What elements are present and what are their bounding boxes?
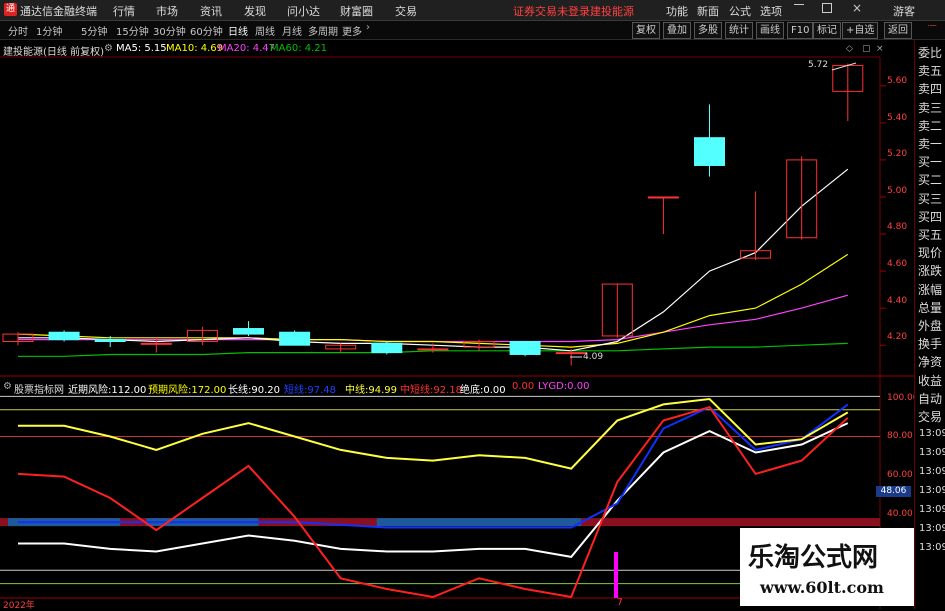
indicator-tick: 80.00	[887, 431, 913, 441]
red-signal-value: 0.00	[512, 381, 535, 392]
candle-body-down	[94, 339, 126, 343]
candle-body-down	[694, 137, 725, 166]
price-tick: 4.80	[887, 222, 908, 232]
price-tick: 4.40	[887, 296, 908, 306]
quote-field-label: 卖五	[918, 64, 943, 79]
quote-field-label: 买四	[918, 209, 943, 224]
high-price-label: 5.72	[808, 60, 829, 70]
trade-time: 13:09	[919, 466, 945, 477]
long-line-value: 长线:90.20	[228, 385, 281, 396]
quote-field-label: 卖一	[918, 137, 943, 151]
watermark-url: www.60lt.com	[760, 578, 884, 597]
indicator-name: 股票指标网	[14, 385, 64, 396]
ma20-line	[18, 294, 848, 343]
indicator-tick: 40.00	[887, 509, 913, 519]
panel-top-label: ·一	[927, 22, 937, 30]
kline-chart[interactable]	[0, 0, 945, 609]
quote-field-label: 涨幅	[918, 282, 943, 297]
short-line-value: 短线:97.48	[284, 385, 337, 396]
bottom-value: 绝底:0.00	[460, 385, 506, 396]
trade-time: 13:09	[919, 504, 945, 515]
quote-field-label: 自动	[918, 391, 943, 406]
quote-field-label: 外盘	[918, 319, 943, 333]
quote-field-label: 交易	[918, 410, 943, 424]
candle-body-up	[140, 342, 172, 345]
price-tick: 5.40	[887, 113, 908, 123]
candle-body-down	[48, 331, 80, 341]
trade-time: 13:09	[919, 485, 945, 496]
low-price-label: 4.09	[583, 352, 604, 362]
watermark-title: 乐淘公式网	[748, 543, 879, 573]
lygd-signal-bar	[614, 552, 618, 598]
indicator-settings-icon[interactable]: ⚙	[3, 381, 12, 392]
month-label: 7	[617, 598, 623, 608]
candle-body-down	[509, 341, 541, 355]
price-tick: 4.20	[887, 332, 908, 342]
price-tick: 5.60	[887, 76, 908, 86]
trade-time: 13:09	[919, 523, 945, 534]
quote-field-label: 委比	[918, 46, 943, 60]
quote-field-label: 买二	[918, 173, 943, 188]
price-tick: 5.20	[887, 149, 908, 159]
quote-field-label: 收益	[918, 373, 943, 388]
mid-line-value: 中线:94.99	[345, 385, 398, 396]
indicator-current-value: 48.06	[876, 486, 911, 497]
indicator-band-segment	[376, 518, 582, 527]
quote-field-label: 卖四	[918, 82, 943, 97]
quote-field-label: 买三	[918, 191, 943, 206]
price-tick: 4.60	[887, 259, 908, 269]
candle-body-up	[417, 348, 449, 351]
price-tick: 5.00	[887, 186, 908, 196]
candle-body-up	[647, 196, 679, 199]
ind-red-line	[17, 405, 849, 599]
trade-time: 13:09	[919, 447, 945, 458]
quote-field-label: 净资	[918, 355, 943, 370]
ma10-line	[17, 253, 849, 348]
candle-body-down	[279, 331, 311, 346]
quote-field-label: 买一	[918, 155, 943, 170]
quote-field-label: 换手	[918, 337, 943, 352]
ind-white-line	[18, 422, 849, 558]
quote-field-label: 买五	[918, 228, 943, 242]
candle-body-down	[233, 328, 264, 335]
mid-short-line-value: 中短线:92.18	[400, 385, 463, 396]
quote-field-label: 现价	[918, 246, 943, 261]
trade-time: 13:09	[919, 542, 945, 553]
lygd-value: LYGD:0.00	[538, 381, 590, 392]
candle-body-up	[555, 352, 587, 355]
candle-body-down	[371, 342, 403, 354]
quote-field-label: 总量	[918, 300, 943, 315]
trade-time: 13:09	[919, 428, 945, 439]
ind-blue-line	[18, 403, 849, 529]
quote-field-label: 涨跌	[918, 264, 943, 279]
quote-field-label: 卖三	[918, 100, 943, 115]
near-risk-value: 近期风险:112.00	[68, 385, 147, 396]
indicator-tick: 60.00	[887, 470, 913, 480]
quote-field-label: 卖二	[918, 118, 943, 133]
expected-risk-value: 预期风险:172.00	[148, 385, 227, 396]
year-label: 2022年	[3, 601, 35, 611]
